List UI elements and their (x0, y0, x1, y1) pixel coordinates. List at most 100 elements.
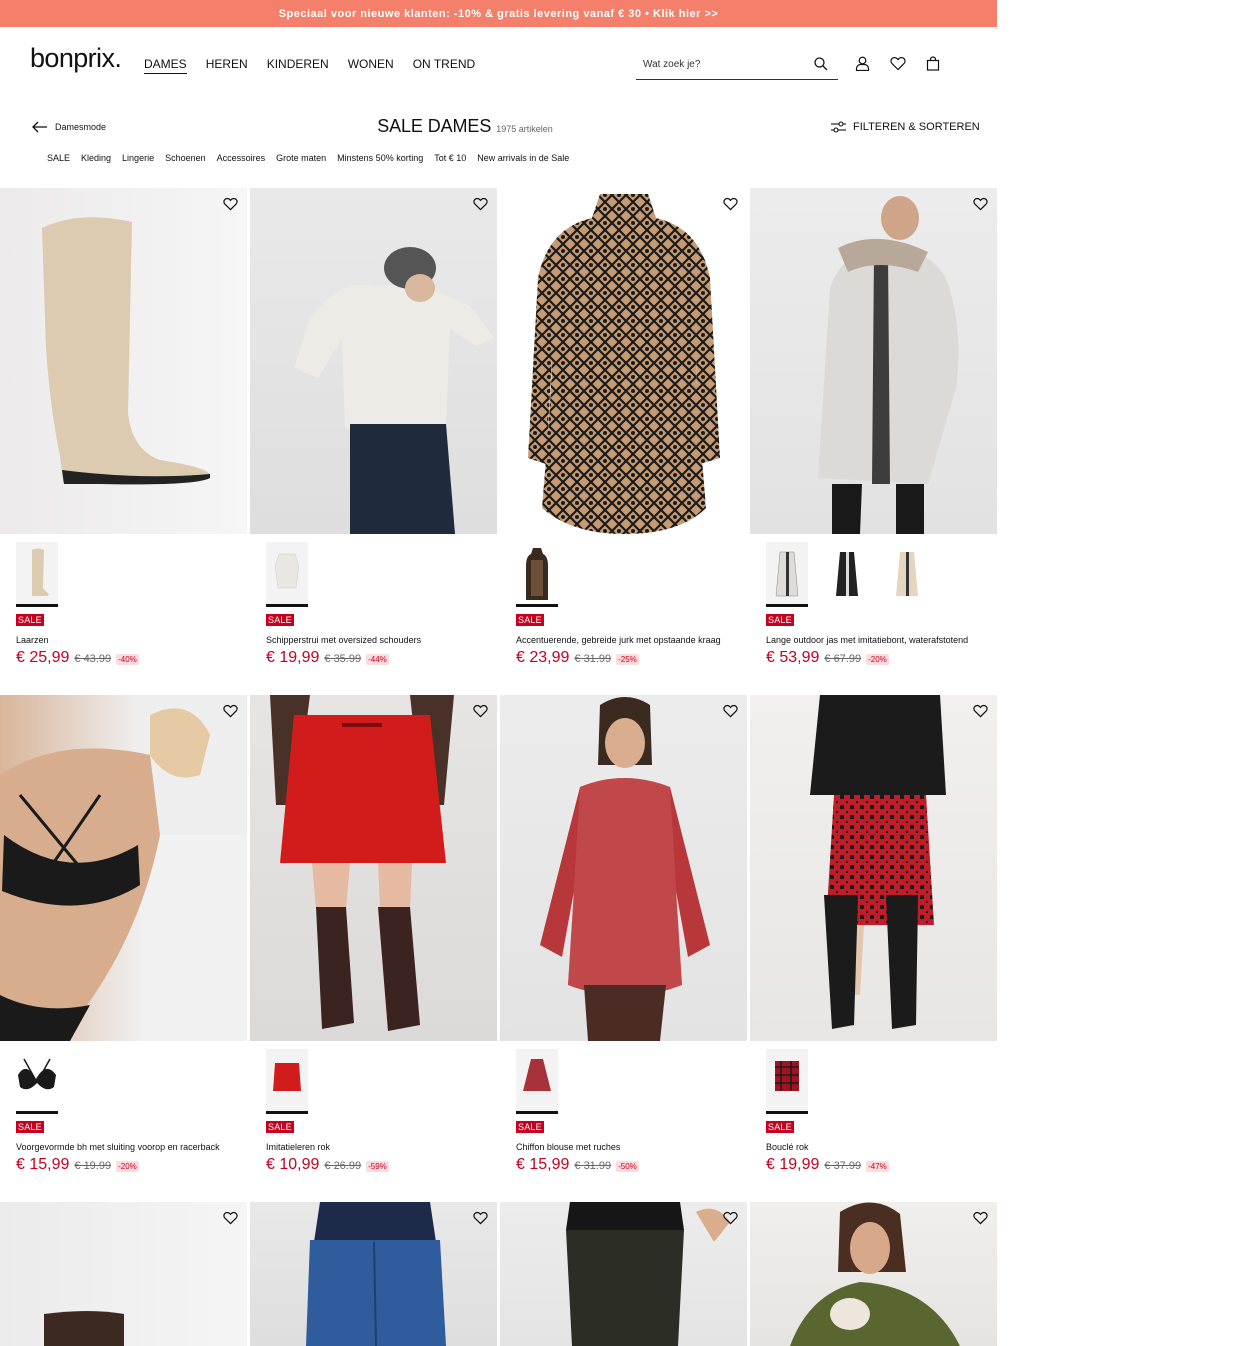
product-image[interactable] (250, 695, 497, 1041)
article-count: 1975 artikelen (496, 124, 553, 134)
subnav-grote-maten[interactable]: Grote maten (276, 153, 326, 163)
discount-badge: -59% (366, 1161, 389, 1172)
promo-banner[interactable]: Speciaal voor nieuwe klanten: -10% & gra… (0, 0, 997, 27)
color-swatch[interactable] (826, 542, 868, 604)
subnav-lingerie[interactable]: Lingerie (122, 153, 154, 163)
color-swatches (766, 1049, 808, 1114)
filter-icon (831, 121, 846, 133)
page-title-text: SALE DAMES (377, 116, 492, 136)
discount-badge: -44% (366, 654, 389, 665)
product-price: € 15,99 € 31.99 -50% (516, 1156, 639, 1174)
promo-text[interactable]: Speciaal voor nieuwe klanten: -10% & gra… (279, 8, 719, 20)
sale-badge: SALE (516, 614, 544, 626)
cart-icon[interactable] (926, 56, 940, 71)
product-card[interactable]: SALE Schipperstrui met oversized schoude… (250, 188, 497, 695)
category-subnav: SALE Kleding Lingerie Schoenen Accessoir… (47, 153, 569, 163)
heart-icon[interactable] (471, 702, 489, 720)
product-image[interactable] (250, 188, 497, 534)
color-swatch[interactable] (766, 1049, 808, 1114)
product-card[interactable] (500, 1202, 747, 1346)
color-swatch[interactable] (766, 542, 808, 607)
product-image[interactable] (500, 1202, 747, 1346)
product-name[interactable]: Schipperstrui met oversized schouders (266, 635, 421, 645)
heart-icon[interactable] (471, 1209, 489, 1227)
price-old: € 37.99 (824, 1160, 862, 1172)
product-card[interactable]: SALE Accentuerende, gebreide jurk met op… (500, 188, 747, 695)
product-image[interactable] (0, 1202, 247, 1346)
page-title: SALE DAMES 1975 artikelen (0, 116, 930, 137)
heart-icon[interactable] (471, 195, 489, 213)
subnav-tot-10[interactable]: Tot € 10 (434, 153, 466, 163)
account-icon[interactable] (855, 56, 870, 71)
heart-icon[interactable] (221, 702, 239, 720)
color-swatch[interactable] (16, 1049, 58, 1114)
subnav-accessoires[interactable]: Accessoires (217, 153, 266, 163)
product-card[interactable]: SALE Laarzen € 25,99 € 43.99 -40% (0, 188, 247, 695)
sale-badge: SALE (516, 1121, 544, 1133)
subnav-minstens-50[interactable]: Minstens 50% korting (337, 153, 423, 163)
filter-sort-button[interactable]: FILTEREN & SORTEREN (831, 121, 980, 133)
product-card[interactable]: SALE Bouclé rok € 19,99 € 37.99 -47% (750, 695, 997, 1202)
product-card[interactable] (0, 1202, 247, 1346)
product-price: € 53,99 € 67.99 -20% (766, 649, 889, 667)
nav-heren[interactable]: HEREN (206, 57, 248, 74)
nav-wonen[interactable]: WONEN (348, 57, 394, 74)
product-image[interactable] (750, 188, 997, 534)
product-image[interactable] (500, 188, 747, 534)
heart-icon[interactable] (971, 195, 989, 213)
discount-badge: -20% (116, 1161, 139, 1172)
product-image[interactable] (0, 188, 247, 534)
subnav-schoenen[interactable]: Schoenen (165, 153, 206, 163)
color-swatch[interactable] (886, 542, 928, 604)
product-name[interactable]: Laarzen (16, 635, 49, 645)
product-name[interactable]: Voorgevormde bh met sluiting voorop en r… (16, 1142, 220, 1152)
color-swatch[interactable] (266, 542, 308, 607)
product-card[interactable]: SALE Voorgevormde bh met sluiting voorop… (0, 695, 247, 1202)
subnav-sale[interactable]: SALE (47, 153, 70, 163)
price-now: € 10,99 (266, 1156, 320, 1173)
price-now: € 19,99 (266, 649, 320, 666)
product-name[interactable]: Bouclé rok (766, 1142, 809, 1152)
price-old: € 26.99 (324, 1160, 362, 1172)
product-name[interactable]: Lange outdoor jas met imitatiebont, wate… (766, 635, 968, 645)
color-swatches (766, 542, 928, 607)
heart-icon[interactable] (721, 1209, 739, 1227)
color-swatch[interactable] (516, 1049, 558, 1114)
wishlist-icon[interactable] (890, 56, 906, 71)
price-now: € 19,99 (766, 1156, 820, 1173)
color-swatch[interactable] (16, 542, 58, 607)
heart-icon[interactable] (221, 195, 239, 213)
product-image[interactable] (250, 1202, 497, 1346)
heart-icon[interactable] (721, 702, 739, 720)
color-swatch[interactable] (266, 1049, 308, 1114)
product-image[interactable] (750, 1202, 997, 1346)
heart-icon[interactable] (221, 1209, 239, 1227)
search-bar (636, 49, 838, 80)
nav-on-trend[interactable]: ON TREND (413, 57, 475, 74)
product-image[interactable] (0, 695, 247, 1041)
product-image[interactable] (500, 695, 747, 1041)
sale-badge: SALE (766, 614, 794, 626)
product-image[interactable] (750, 695, 997, 1041)
color-swatch[interactable] (516, 542, 558, 607)
product-card[interactable] (750, 1202, 997, 1346)
product-card[interactable]: SALE Imitatieleren rok € 10,99 € 26.99 -59… (250, 695, 497, 1202)
color-swatches (266, 1049, 308, 1114)
heart-icon[interactable] (971, 1209, 989, 1227)
logo[interactable]: bonprix. (30, 45, 122, 72)
product-name[interactable]: Accentuerende, gebreide jurk met opstaan… (516, 635, 721, 645)
nav-kinderen[interactable]: KINDEREN (267, 57, 329, 74)
heart-icon[interactable] (971, 702, 989, 720)
nav-dames[interactable]: DAMES (144, 57, 187, 74)
search-icon[interactable] (814, 57, 828, 71)
sale-badge: SALE (16, 1121, 44, 1133)
product-name[interactable]: Chiffon blouse met ruches (516, 1142, 620, 1152)
product-name[interactable]: Imitatieleren rok (266, 1142, 330, 1152)
heart-icon[interactable] (721, 195, 739, 213)
subnav-kleding[interactable]: Kleding (81, 153, 111, 163)
product-card[interactable] (250, 1202, 497, 1346)
product-card[interactable]: SALE Lange outdoor jas met imitatiebont,… (750, 188, 997, 695)
subnav-new-arrivals[interactable]: New arrivals in de Sale (477, 153, 569, 163)
product-card[interactable]: SALE Chiffon blouse met ruches € 15,99 € … (500, 695, 747, 1202)
search-input[interactable] (636, 58, 806, 70)
